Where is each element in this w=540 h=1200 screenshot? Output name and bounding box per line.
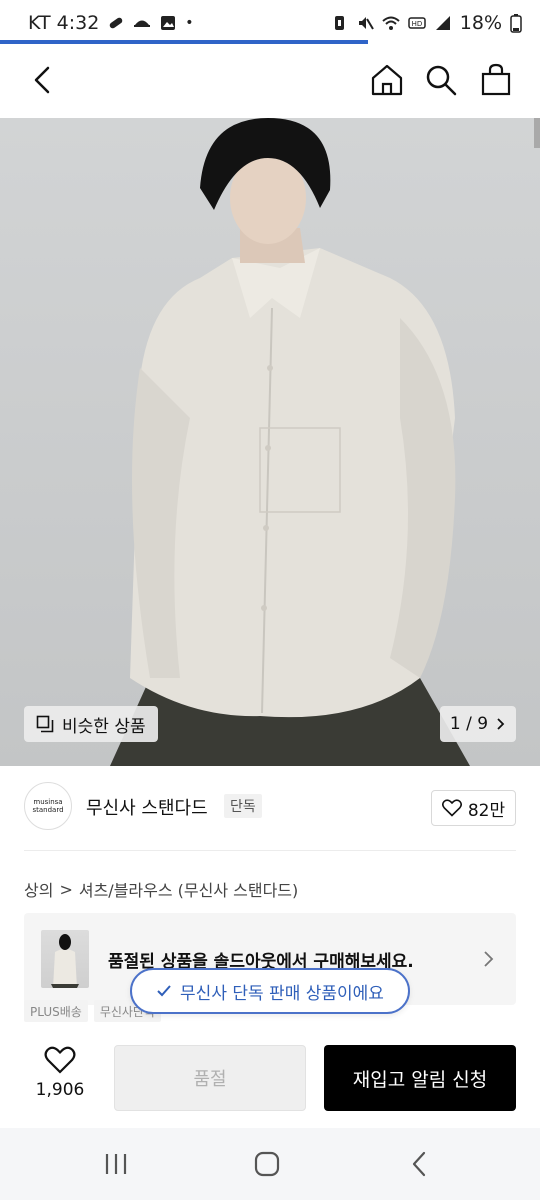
image-pager-label: 1 / 9: [449, 714, 489, 734]
similar-products-label: 비슷한 상품: [62, 716, 146, 737]
status-dot: •: [185, 15, 194, 31]
exclusive-badge: 단독: [224, 794, 262, 818]
banner-thumbnail: [41, 930, 89, 988]
shopping-bag-icon[interactable]: [476, 60, 516, 100]
pill-icon: [110, 17, 123, 29]
wifi-icon: [382, 16, 400, 30]
soldout-button[interactable]: 품절: [114, 1045, 306, 1111]
battery-icon: [510, 14, 522, 33]
chevron-right-icon: [497, 718, 505, 730]
toast-text: 무신사 단독 판매 상품이에요: [180, 983, 384, 1004]
tag-plus-delivery: PLUS배송: [24, 1000, 88, 1022]
divider: [24, 850, 516, 851]
heart-icon: [441, 799, 462, 817]
image-pager-button[interactable]: 1 / 9: [440, 706, 516, 742]
hd-icon: HD: [408, 17, 426, 29]
heart-icon: [44, 1046, 76, 1074]
status-left: KT 4:32 •: [28, 12, 194, 34]
wishlist-button[interactable]: 1,906: [24, 1046, 96, 1116]
brand-logo[interactable]: musinsa standard: [24, 782, 72, 830]
brand-like-button[interactable]: 82만: [431, 790, 516, 826]
android-home-icon[interactable]: [251, 1148, 283, 1180]
brand-name[interactable]: 무신사 스탠다드: [86, 794, 208, 820]
wishlist-count: 1,906: [35, 1080, 85, 1100]
battery-percent: 18%: [459, 12, 502, 34]
copy-icon: [36, 715, 54, 733]
chevron-right-icon: [484, 951, 494, 967]
brand-like-count: 82만: [467, 800, 506, 821]
svg-text:HD: HD: [411, 20, 422, 28]
breadcrumb-level1[interactable]: 상의: [24, 877, 53, 901]
cap-icon: [134, 20, 151, 27]
signal-icon: [435, 16, 450, 30]
brand-row: musinsa standard 무신사 스탠다드 단독 82만: [0, 782, 540, 836]
back-button[interactable]: [24, 60, 64, 100]
scrollbar-thumb[interactable]: [534, 118, 540, 148]
android-back-icon[interactable]: [404, 1148, 436, 1180]
restock-alert-button[interactable]: 재입고 알림 신청: [324, 1045, 516, 1111]
product-image[interactable]: [0, 118, 540, 766]
search-icon[interactable]: [421, 60, 461, 100]
top-nav: [0, 46, 540, 118]
brand-logo-line2: standard: [32, 806, 64, 814]
purchase-bar: 1,906 품절 재입고 알림 신청: [0, 1030, 540, 1128]
breadcrumb: 상의 > 셔츠/블라우스 (무신사 스탠다드): [24, 877, 298, 901]
battery-saver-icon: [334, 16, 344, 30]
brand-logo-line1: musinsa: [33, 798, 63, 806]
recents-icon[interactable]: [100, 1148, 132, 1180]
image-icon: [161, 16, 176, 30]
carrier-time: KT 4:32: [28, 12, 100, 34]
status-right: HD 18%: [330, 12, 522, 34]
check-icon: [157, 985, 171, 997]
model-photo: [110, 118, 470, 766]
breadcrumb-separator: >: [59, 879, 73, 899]
breadcrumb-level2[interactable]: 셔츠/블라우스 (무신사 스탠다드): [79, 877, 298, 901]
exclusive-toast: 무신사 단독 판매 상품이에요: [130, 968, 410, 1014]
home-icon[interactable]: [367, 60, 407, 100]
page-load-progress: [0, 40, 368, 44]
similar-products-button[interactable]: 비슷한 상품: [24, 706, 158, 742]
mute-icon: [358, 17, 374, 30]
android-nav-bar: [0, 1128, 540, 1200]
status-bar: KT 4:32 • HD 18%: [0, 0, 540, 46]
